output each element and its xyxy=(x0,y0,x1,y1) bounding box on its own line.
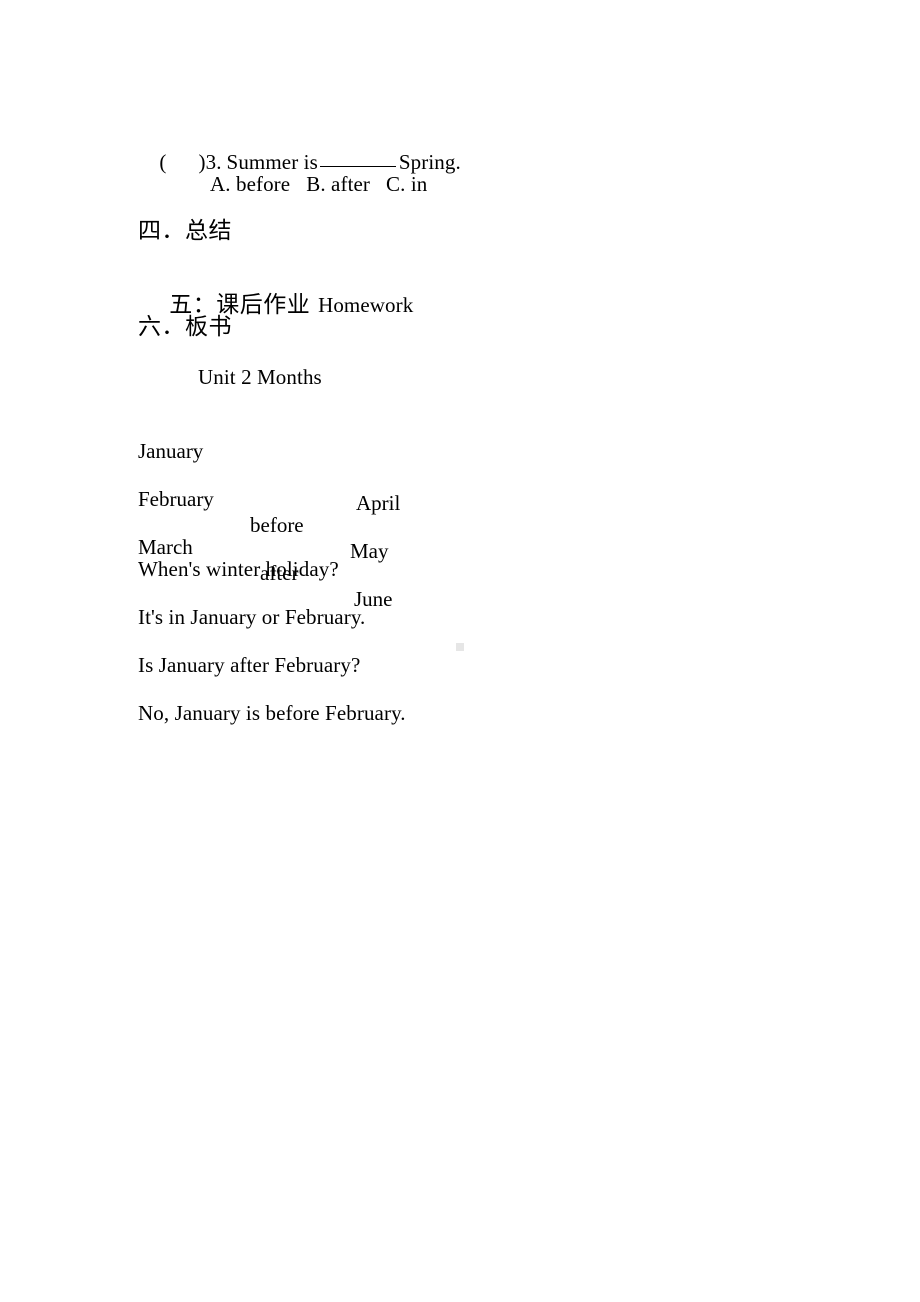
section-heading-blackboard: 六．板书 xyxy=(138,314,232,340)
quiz-marker-open: ( xyxy=(159,150,167,174)
board-sentence: Is January after February? xyxy=(138,653,361,677)
board-title: Unit 2 Months xyxy=(198,365,322,389)
scan-speck-artifact xyxy=(456,643,464,651)
quiz-blank-underline[interactable] xyxy=(319,166,396,167)
section-heading-summary: 四．总结 xyxy=(138,218,232,244)
board-sentence: When's winter holiday? xyxy=(138,557,339,581)
board-sentence: It's in January or February. xyxy=(138,605,366,629)
document-page: ()3. Summer is Spring. A. before B. after … xyxy=(0,0,920,1302)
quiz-options-line: A. before B. after C. in xyxy=(210,172,428,196)
section-heading-homework-en: Homework xyxy=(318,293,414,317)
board-sentence: No, January is before February. xyxy=(138,701,406,725)
quiz-marker-close: ) xyxy=(198,150,206,174)
